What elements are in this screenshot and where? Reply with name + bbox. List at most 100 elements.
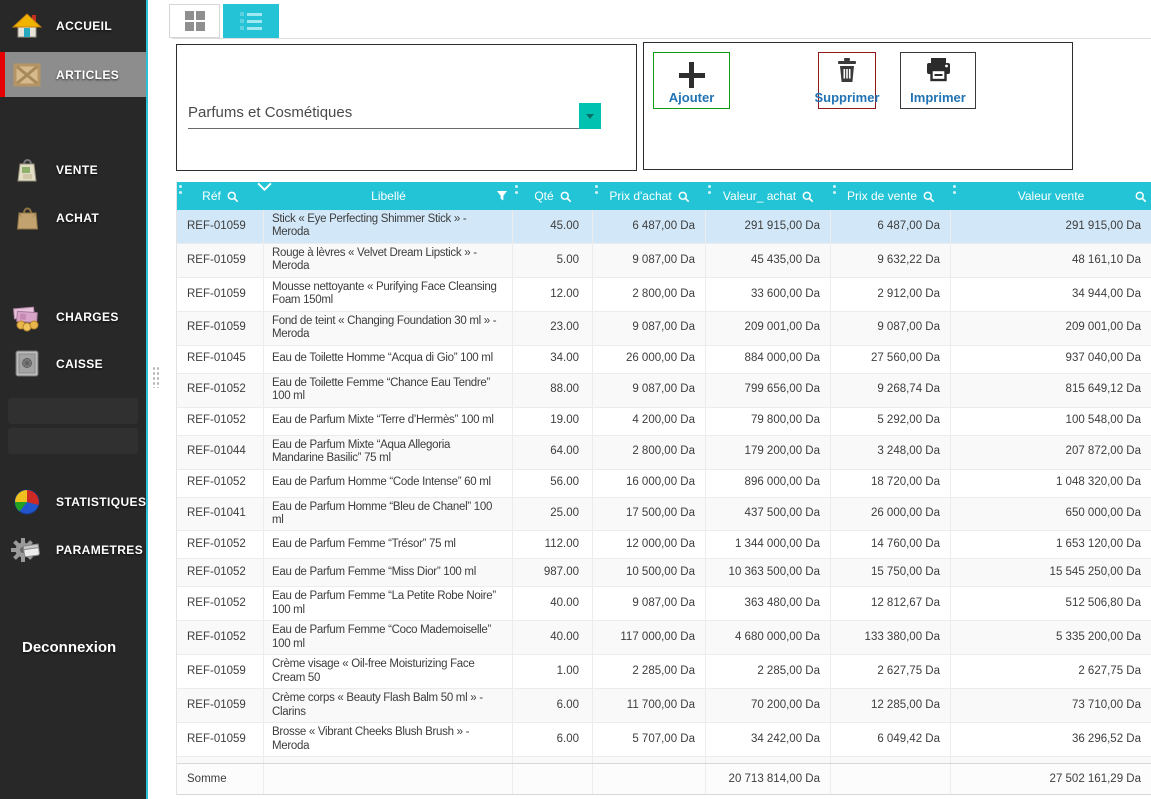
add-button[interactable]: Ajouter: [653, 52, 730, 109]
table-row[interactable]: REF-01052Eau de Parfum Homme “Code Inten…: [177, 470, 1151, 498]
sidebar-item-accueil[interactable]: ACCUEIL: [0, 6, 146, 46]
footer-empty-cell: [513, 764, 593, 794]
gear-icon: [10, 533, 44, 567]
cell-prix_vente: 9 632,22 Da: [831, 244, 951, 277]
cell-valeur_vente: 2 627,75 Da: [951, 655, 1151, 688]
table-row[interactable]: REF-01041Eau de Parfum Homme “Bleu de Ch…: [177, 498, 1151, 532]
cell-prix_achat: 9 087,00 Da: [593, 312, 706, 345]
crate-icon: [10, 58, 44, 92]
search-icon[interactable]: [922, 190, 935, 203]
cell-libelle: Eau de Parfum Femme “Trésor” 75 ml: [264, 531, 513, 558]
sidebar-item-articles[interactable]: ARTICLES: [0, 52, 146, 97]
cell-qte: 40.00: [513, 621, 593, 654]
sidebar-item-parametres[interactable]: PARAMETRES: [0, 528, 146, 572]
footer-valeur-achat-total: 20 713 814,00 Da: [706, 764, 831, 794]
column-header-ref[interactable]: Réf: [177, 182, 264, 210]
table-row[interactable]: REF-01044Eau de Parfum Mixte “Aqua Alleg…: [177, 436, 1151, 470]
view-tabstrip: [172, 0, 1151, 39]
dropdown-button[interactable]: [579, 103, 601, 129]
cell-qte: 6.00: [513, 723, 593, 756]
column-header-qte[interactable]: Qté: [513, 182, 593, 210]
cell-libelle: Crème corps « Beauty Flash Balm 50 ml » …: [264, 689, 513, 722]
cell-ref: REF-01052: [177, 621, 264, 654]
search-icon[interactable]: [801, 190, 814, 203]
table-row[interactable]: REF-01059Stick « Eye Perfecting Shimmer …: [177, 210, 1151, 244]
cell-valeur_achat: 1 344 000,00 Da: [706, 531, 831, 558]
filter-icon[interactable]: [496, 190, 508, 202]
column-header-prix-achat[interactable]: Prix d'achat: [593, 182, 706, 210]
cell-valeur_achat: 291 915,00 Da: [706, 210, 831, 243]
cell-valeur_achat: 70 200,00 Da: [706, 689, 831, 722]
tab-grid-view[interactable]: [169, 4, 220, 38]
cell-libelle: Fond de teint « Changing Foundation 30 m…: [264, 312, 513, 345]
cell-qte: 112.00: [513, 531, 593, 558]
footer-somme-label: Somme: [177, 764, 264, 794]
search-icon[interactable]: [559, 190, 572, 203]
table-row[interactable]: REF-01059Brosse « Vibrant Cheeks Blush B…: [177, 723, 1151, 757]
table-row[interactable]: REF-01059Crème corps « Beauty Flash Balm…: [177, 689, 1151, 723]
category-dropdown[interactable]: Parfums et Cosmétiques: [188, 95, 601, 129]
table-row[interactable]: REF-01059Mousse nettoyante « Purifying F…: [177, 278, 1151, 312]
table-row[interactable]: REF-01052Eau de Parfum Femme “Trésor” 75…: [177, 531, 1151, 559]
cell-prix_achat: 2 285,00 Da: [593, 655, 706, 688]
delete-button[interactable]: Supprimer: [818, 52, 876, 109]
cell-prix_achat: 11 700,00 Da: [593, 689, 706, 722]
cell-ref: REF-01059: [177, 723, 264, 756]
print-button[interactable]: Imprimer: [900, 52, 976, 109]
actions-panel: Ajouter Supprimer Imprimer: [643, 42, 1073, 170]
table-row[interactable]: REF-01059Rouge à lèvres « Velvet Dream L…: [177, 244, 1151, 278]
sidebar: ACCUEIL ARTICLES VENTE ACHAT CHARGES CAI…: [0, 0, 148, 799]
table-row[interactable]: REF-01052Eau de Parfum Femme “La Petite …: [177, 587, 1151, 621]
cell-prix_achat: 5 707,00 Da: [593, 723, 706, 756]
column-header-valeur-vente[interactable]: Valeur vente: [951, 182, 1151, 210]
sidebar-item-charges[interactable]: CHARGES: [0, 295, 146, 339]
grid-body: REF-01059Stick « Eye Perfecting Shimmer …: [177, 210, 1151, 763]
cell-libelle: Mousse nettoyante « Purifying Face Clean…: [264, 278, 513, 311]
cell-ref: REF-01052: [177, 559, 264, 586]
cell-ref: REF-01059: [177, 312, 264, 345]
search-icon[interactable]: [1134, 190, 1147, 203]
list-icon: [240, 12, 262, 30]
column-header-prix-vente[interactable]: Prix de vente: [831, 182, 951, 210]
print-button-label: Imprimer: [910, 90, 966, 105]
cell-prix_achat: 9 087,00 Da: [593, 374, 706, 407]
cell-prix_achat: 17 500,00 Da: [593, 498, 706, 531]
sidebar-item-vente[interactable]: VENTE: [0, 148, 146, 192]
splitter-handle[interactable]: [152, 366, 160, 388]
column-label: Valeur vente: [1018, 189, 1085, 203]
cell-ref: REF-01052: [177, 587, 264, 620]
table-row[interactable]: REF-01052Eau de Toilette Femme “Chance E…: [177, 374, 1151, 408]
footer-valeur-vente-total: 27 502 161,29 Da: [951, 764, 1151, 794]
cell-prix_vente: 12 285,00 Da: [831, 689, 951, 722]
tab-list-view[interactable]: [223, 4, 279, 38]
table-row[interactable]: REF-01052Eau de Parfum Femme “Miss Dior”…: [177, 559, 1151, 587]
table-row[interactable]: REF-01045Eau de Toilette Homme “Acqua di…: [177, 346, 1151, 374]
search-icon[interactable]: [226, 190, 239, 203]
cell-prix_vente: 9 087,00 Da: [831, 312, 951, 345]
cell-valeur_vente: 1 048 320,00 Da: [951, 470, 1151, 497]
table-row[interactable]: REF-01059Fond de teint « Changing Founda…: [177, 312, 1151, 346]
column-header-valeur-achat[interactable]: Valeur_ achat: [706, 182, 831, 210]
table-row[interactable]: REF-01052Eau de Parfum Mixte “Terre d’He…: [177, 408, 1151, 436]
table-row[interactable]: REF-01052Eau de Parfum Femme “Coco Madem…: [177, 621, 1151, 655]
cell-qte: 25.00: [513, 498, 593, 531]
cell-ref: REF-01059: [177, 689, 264, 722]
search-icon[interactable]: [677, 190, 690, 203]
cell-ref: REF-01045: [177, 346, 264, 373]
footer-empty-cell: [831, 764, 951, 794]
column-label: Qté: [534, 189, 553, 203]
cell-libelle: Brosse « Vibrant Cheeks Blush Brush » - …: [264, 723, 513, 756]
cell-libelle: Eau de Parfum Femme “La Petite Robe Noir…: [264, 587, 513, 620]
cell-valeur_achat: 179 200,00 Da: [706, 436, 831, 469]
cell-prix_vente: 18 720,00 Da: [831, 470, 951, 497]
cell-ref: REF-01044: [177, 436, 264, 469]
sidebar-item-label: ARTICLES: [56, 68, 119, 82]
table-row[interactable]: REF-01059Crème visage « Oil-free Moistur…: [177, 655, 1151, 689]
sidebar-item-achat[interactable]: ACHAT: [0, 196, 146, 240]
sidebar-item-statistiques[interactable]: STATISTIQUES: [0, 480, 146, 524]
logout-button[interactable]: Deconnexion: [0, 630, 146, 664]
cell-ref: REF-01059: [177, 210, 264, 243]
cell-prix_achat: 9 087,00 Da: [593, 587, 706, 620]
sidebar-item-caisse[interactable]: CAISSE: [0, 342, 146, 386]
column-header-libelle[interactable]: Libellé: [264, 182, 513, 210]
